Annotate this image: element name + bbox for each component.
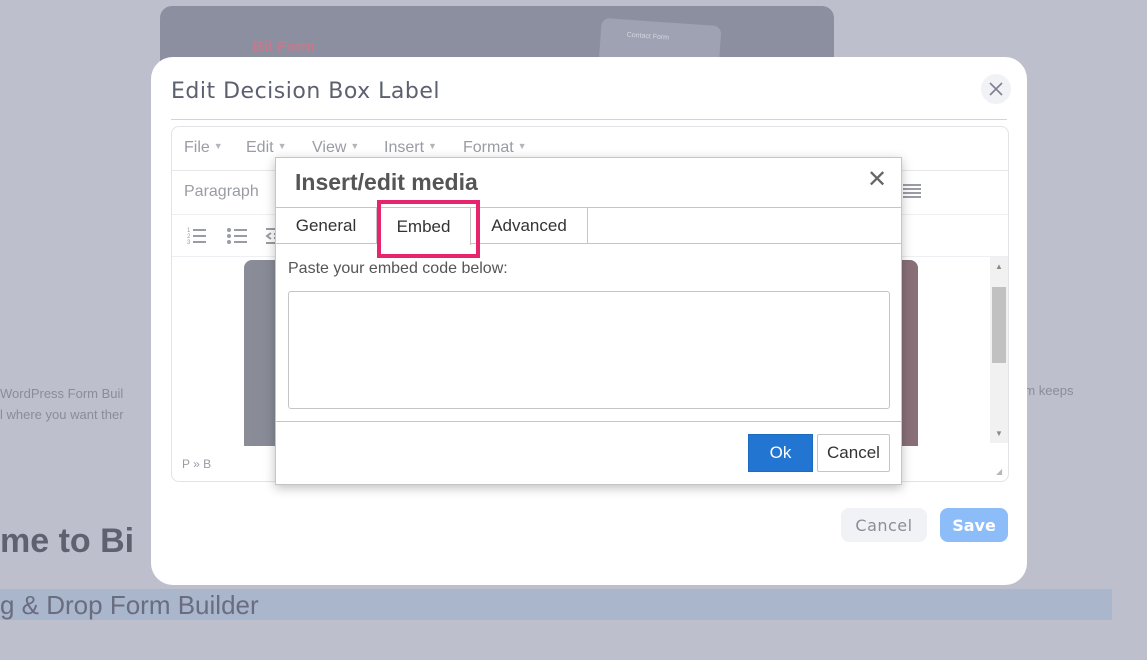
menu-format-label: Format	[463, 139, 514, 156]
embed-tab-highlight	[377, 200, 480, 258]
background-paragraph-left: WordPress Form Buil l where you want the…	[0, 383, 160, 425]
dialog-title: Insert/edit media	[295, 169, 478, 195]
menu-insert[interactable]: Insert ▼	[384, 139, 437, 157]
editor-status-path: P » B	[182, 457, 212, 471]
menu-file[interactable]: File ▼	[184, 139, 223, 157]
chevron-down-icon: ▼	[213, 141, 223, 151]
menu-format[interactable]: Format ▼	[463, 139, 527, 157]
scrollbar-thumb[interactable]	[992, 287, 1006, 363]
chevron-down-icon: ▼	[517, 141, 527, 151]
background-paragraph-line: l where you want ther	[0, 407, 124, 422]
menu-insert-label: Insert	[384, 139, 425, 156]
editor-scrollbar[interactable]: ▲ ▼	[990, 257, 1008, 443]
close-icon	[989, 82, 1003, 96]
dialog-footer-divider	[276, 421, 901, 422]
dialog-tab-bar: General Embed Advanced	[276, 208, 901, 245]
scroll-down-arrow-icon[interactable]: ▼	[995, 429, 1003, 438]
background-paragraph-right: rm keeps	[1020, 383, 1074, 398]
save-button[interactable]: Save	[940, 508, 1008, 542]
insert-edit-media-dialog: Insert/edit media ✕ General Embed Advanc…	[275, 157, 902, 485]
background-heading: me to Bi	[0, 522, 135, 560]
embed-code-textarea[interactable]	[288, 291, 890, 409]
menu-file-label: File	[184, 139, 210, 156]
cancel-button[interactable]: Cancel	[841, 508, 927, 542]
chevron-down-icon: ▼	[350, 141, 360, 151]
modal-divider	[171, 119, 1007, 120]
chevron-down-icon: ▼	[277, 141, 287, 151]
menu-edit-label: Edit	[246, 139, 274, 156]
modal-close-button[interactable]	[981, 74, 1011, 104]
tab-general[interactable]: General	[276, 208, 377, 244]
resize-grip-icon[interactable]: ◢	[996, 467, 1002, 476]
svg-text:3: 3	[187, 240, 191, 246]
modal-title: Edit Decision Box Label	[171, 79, 440, 104]
background-paragraph-line: WordPress Form Buil	[0, 386, 124, 401]
menu-view-label: View	[312, 139, 347, 156]
embed-code-label: Paste your embed code below:	[288, 260, 508, 277]
background-thumbnail-text: Contact Form	[626, 31, 670, 42]
dialog-close-icon[interactable]: ✕	[867, 168, 887, 192]
chevron-down-icon: ▼	[428, 141, 437, 151]
align-justify-icon[interactable]	[902, 183, 922, 201]
bullet-list-icon[interactable]	[226, 225, 248, 247]
numbered-list-icon[interactable]: 1 2 3	[186, 225, 208, 247]
background-subheading: g & Drop Form Builder	[0, 590, 259, 620]
ok-button[interactable]: Ok	[748, 434, 813, 472]
background-logo: Bit Form	[253, 38, 315, 55]
block-format-select[interactable]: Paragraph	[184, 183, 259, 201]
tab-advanced[interactable]: Advanced	[471, 208, 588, 244]
scroll-up-arrow-icon[interactable]: ▲	[995, 262, 1003, 271]
dialog-cancel-button[interactable]: Cancel	[817, 434, 890, 472]
menu-view[interactable]: View ▼	[312, 139, 359, 157]
menu-edit[interactable]: Edit ▼	[246, 139, 287, 157]
